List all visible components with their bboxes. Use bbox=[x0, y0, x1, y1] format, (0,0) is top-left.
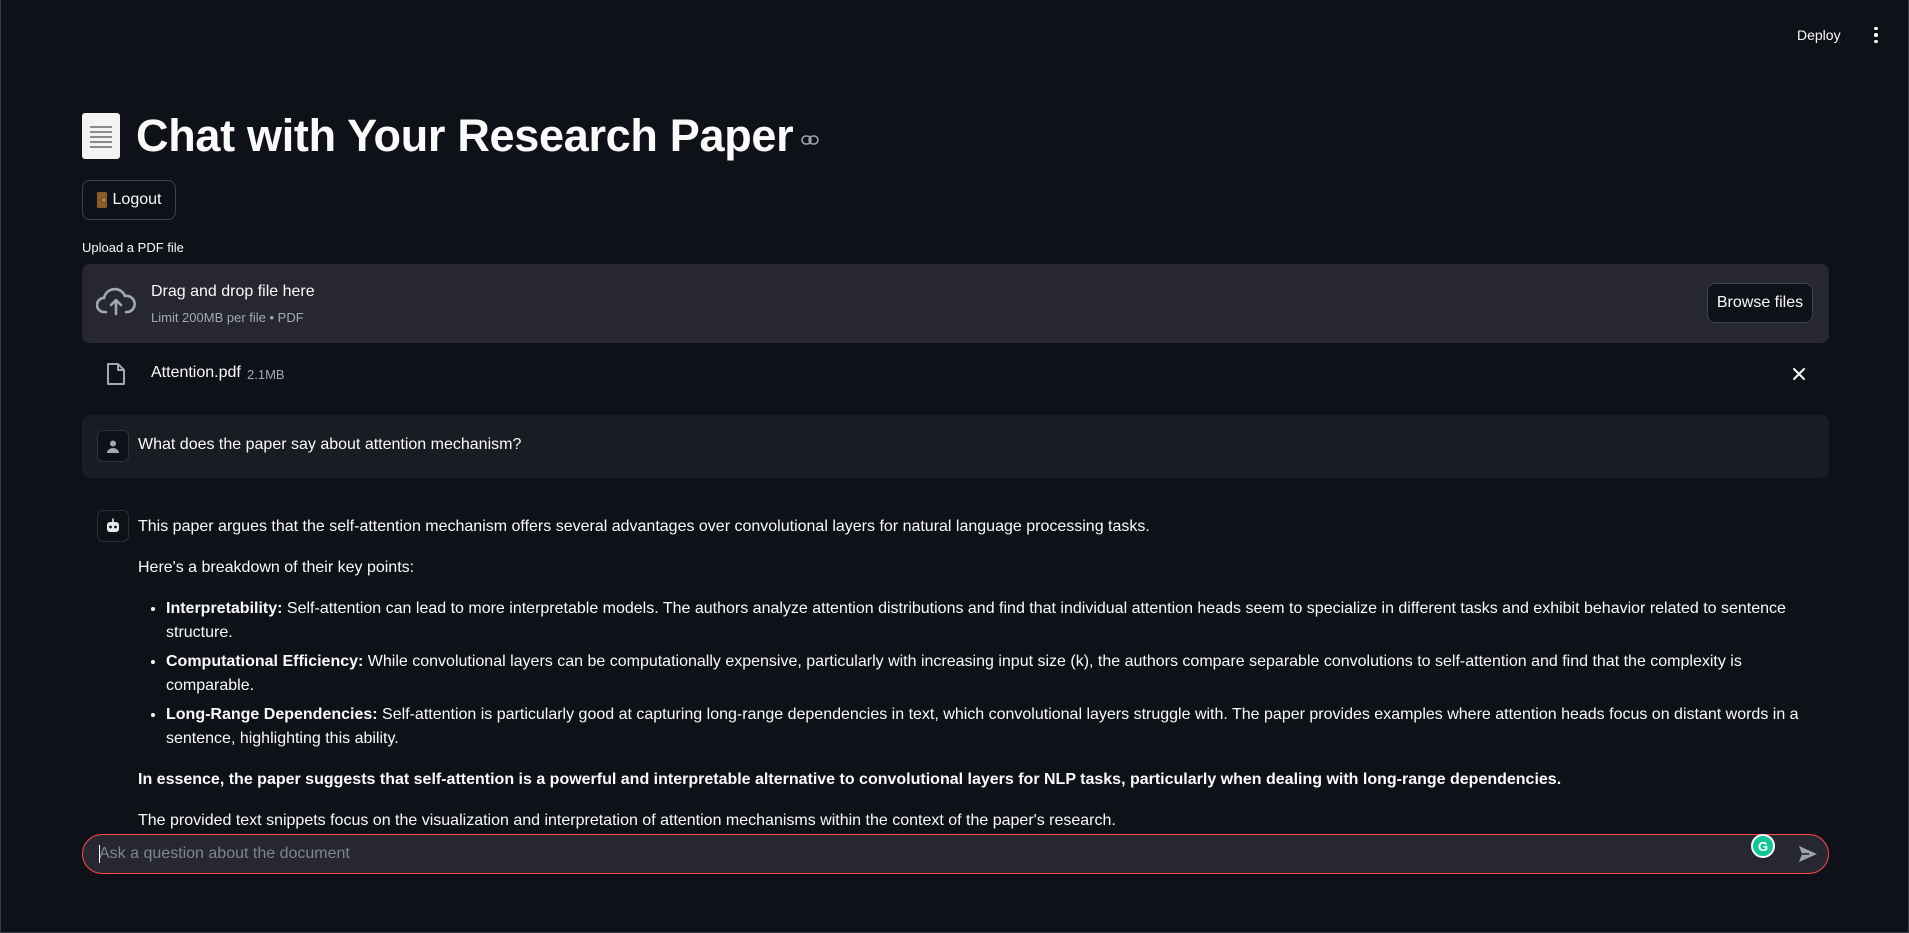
assistant-essence: In essence, the paper suggests that self… bbox=[138, 771, 1562, 788]
point-title: Long-Range Dependencies: bbox=[166, 706, 378, 723]
text-caret bbox=[99, 845, 100, 863]
logout-button[interactable]: Logout bbox=[82, 180, 176, 220]
assistant-closing: The provided text snippets focus on the … bbox=[138, 812, 1116, 829]
point-title: Computational Efficiency: bbox=[166, 653, 364, 670]
assistant-avatar-icon bbox=[97, 510, 129, 542]
point-title: Interpretability: bbox=[166, 600, 283, 617]
chat-input-container: G bbox=[82, 834, 1829, 874]
page-header: Chat with Your Research Paper bbox=[82, 110, 820, 162]
dropzone-limit: Limit 200MB per file • PDF bbox=[151, 310, 304, 325]
cloud-upload-icon bbox=[96, 287, 136, 316]
point-text: Self-attention can lead to more interpre… bbox=[166, 600, 1786, 641]
kebab-menu-icon[interactable] bbox=[1869, 24, 1883, 46]
deploy-button[interactable]: Deploy bbox=[1797, 24, 1841, 46]
user-message-text: What does the paper say about attention … bbox=[138, 436, 522, 453]
top-bar: Deploy bbox=[1, 0, 1908, 68]
dropzone-title: Drag and drop file here bbox=[151, 283, 315, 300]
user-avatar-icon bbox=[97, 430, 129, 462]
list-item: Interpretability: Self-attention can lea… bbox=[166, 597, 1818, 645]
file-dropzone[interactable]: Drag and drop file here Limit 200MB per … bbox=[82, 264, 1829, 343]
point-text: While convolutional layers can be comput… bbox=[166, 653, 1742, 694]
assistant-intro: This paper argues that the self-attentio… bbox=[138, 518, 1150, 535]
key-points-list: Interpretability: Self-attention can lea… bbox=[166, 597, 1818, 751]
point-text: Self-attention is particularly good at c… bbox=[166, 706, 1799, 747]
file-icon bbox=[107, 363, 125, 385]
uploaded-file: Attention.pdf 2.1MB bbox=[82, 356, 1829, 392]
door-icon bbox=[96, 192, 107, 208]
browse-files-button[interactable]: Browse files bbox=[1707, 283, 1813, 323]
page-title: Chat with Your Research Paper bbox=[136, 110, 794, 161]
assistant-breakdown: Here's a breakdown of their key points: bbox=[138, 559, 415, 576]
link-icon[interactable] bbox=[801, 134, 820, 146]
logout-label: Logout bbox=[112, 191, 162, 208]
close-icon[interactable] bbox=[1789, 364, 1809, 384]
grammarly-icon[interactable]: G bbox=[1751, 834, 1775, 858]
file-size: 2.1MB bbox=[247, 367, 285, 382]
assistant-message-body: This paper argues that the self-attentio… bbox=[138, 515, 1818, 850]
app-window: Deploy Chat with Your Research Paper Log… bbox=[0, 0, 1909, 933]
send-icon[interactable] bbox=[1797, 844, 1819, 864]
document-icon bbox=[82, 113, 120, 159]
user-message: What does the paper say about attention … bbox=[82, 415, 1829, 478]
file-name: Attention.pdf bbox=[151, 364, 241, 381]
chat-input[interactable] bbox=[99, 835, 1739, 873]
list-item: Computational Efficiency: While convolut… bbox=[166, 650, 1818, 698]
upload-label: Upload a PDF file bbox=[82, 240, 184, 255]
list-item: Long-Range Dependencies: Self-attention … bbox=[166, 703, 1818, 751]
